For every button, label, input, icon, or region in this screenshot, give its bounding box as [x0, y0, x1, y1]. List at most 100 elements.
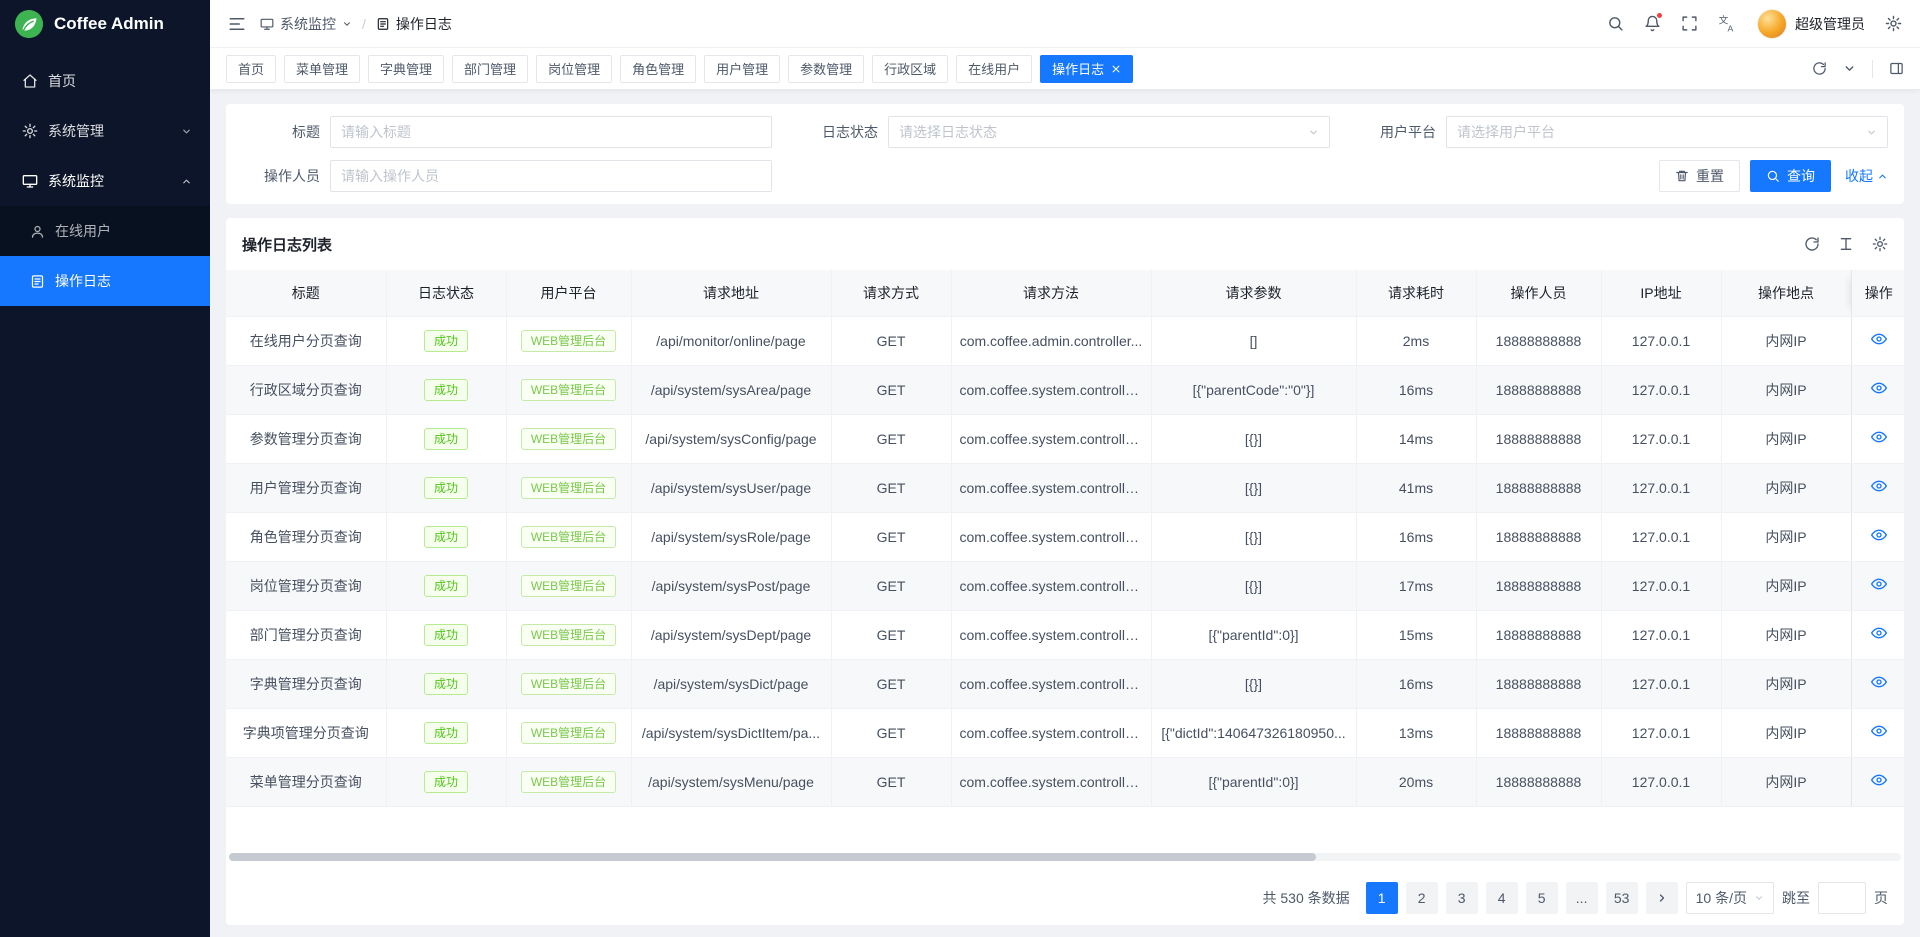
row-height-icon[interactable] [1838, 236, 1854, 252]
platform-tag: WEB管理后台 [521, 673, 616, 695]
view-detail-eye-icon[interactable] [1871, 723, 1887, 739]
tab-item[interactable]: 岗位管理 [536, 55, 612, 83]
column-settings-gear-icon[interactable] [1872, 236, 1888, 252]
tab-item[interactable]: 菜单管理 [284, 55, 360, 83]
user-menu[interactable]: 超级管理员 [1757, 9, 1865, 39]
operator-input[interactable] [330, 160, 772, 192]
page-button[interactable]: 53 [1606, 882, 1638, 914]
view-detail-eye-icon[interactable] [1871, 478, 1887, 494]
view-detail-eye-icon[interactable] [1871, 331, 1887, 347]
sidebar-item-home[interactable]: 首页 [0, 56, 210, 106]
view-detail-eye-icon[interactable] [1871, 674, 1887, 690]
view-detail-eye-icon[interactable] [1871, 380, 1887, 396]
chevron-down-icon [342, 19, 352, 29]
fullscreen-icon[interactable] [1681, 15, 1698, 32]
column-header: 请求参数 [1151, 270, 1356, 316]
tab-item[interactable]: 参数管理 [788, 55, 864, 83]
sidebar-item-online-users[interactable]: 在线用户 [0, 206, 210, 256]
cell-action [1851, 561, 1904, 610]
layout-panel-icon[interactable] [1889, 61, 1904, 76]
tab-item[interactable]: 首页 [226, 55, 276, 83]
jump-page-input[interactable] [1818, 882, 1866, 914]
breadcrumb-parent[interactable]: 系统监控 [260, 14, 352, 34]
cell-title: 用户管理分页查询 [226, 463, 386, 512]
sidebar-item-system-monitor[interactable]: 系统监控 [0, 156, 210, 206]
status-tag: 成功 [424, 771, 468, 793]
cell-action [1851, 316, 1904, 365]
page-ellipsis[interactable]: ... [1566, 882, 1598, 914]
cell-operator: 18888888888 [1476, 757, 1601, 806]
user-platform-select[interactable]: 请选择用户平台 [1446, 116, 1888, 148]
column-header: 用户平台 [506, 270, 631, 316]
page-button[interactable]: 5 [1526, 882, 1558, 914]
table-row: 字典项管理分页查询成功WEB管理后台/api/system/sysDictIte… [226, 708, 1904, 757]
search-icon[interactable] [1607, 15, 1624, 32]
cell-duration: 16ms [1356, 659, 1476, 708]
cell-duration: 15ms [1356, 610, 1476, 659]
next-page-button[interactable] [1646, 882, 1678, 914]
tab-label: 部门管理 [464, 59, 516, 78]
breadcrumb-parent-label: 系统监控 [280, 14, 336, 34]
page-button[interactable]: 1 [1366, 882, 1398, 914]
view-detail-eye-icon[interactable] [1871, 625, 1887, 641]
tab-close-icon[interactable] [1111, 64, 1121, 74]
chevron-down-icon[interactable] [1843, 62, 1856, 75]
cell-operator: 18888888888 [1476, 561, 1601, 610]
cell-action [1851, 414, 1904, 463]
tab-item[interactable]: 部门管理 [452, 55, 528, 83]
page-size-select[interactable]: 10 条/页 [1686, 882, 1774, 914]
cell-method: GET [831, 463, 951, 512]
log-status-field: 日志状态 请选择日志状态 [800, 116, 1330, 148]
column-header: 请求方法 [951, 270, 1151, 316]
title-input[interactable] [330, 116, 772, 148]
tab-item[interactable]: 字典管理 [368, 55, 444, 83]
reset-button[interactable]: 重置 [1659, 160, 1740, 192]
cell-location: 内网IP [1721, 512, 1851, 561]
status-tag: 成功 [424, 379, 468, 401]
cell-status: 成功 [386, 365, 506, 414]
platform-tag: WEB管理后台 [521, 428, 616, 450]
sidebar-menu: 首页 系统管理 系统监控 [0, 48, 210, 306]
tab-item[interactable]: 行政区域 [872, 55, 948, 83]
status-tag: 成功 [424, 330, 468, 352]
table-row: 参数管理分页查询成功WEB管理后台/api/system/sysConfig/p… [226, 414, 1904, 463]
user-platform-field-label: 用户平台 [1358, 122, 1446, 142]
cell-platform: WEB管理后台 [506, 561, 631, 610]
tab-item[interactable]: 用户管理 [704, 55, 780, 83]
search-icon [1766, 169, 1780, 183]
sidebar-item-system-management[interactable]: 系统管理 [0, 106, 210, 156]
cell-func: com.coffee.system.controlle... [951, 610, 1151, 659]
view-detail-eye-icon[interactable] [1871, 527, 1887, 543]
page-button[interactable]: 2 [1406, 882, 1438, 914]
operation-log-table: 标题日志状态用户平台请求地址请求方式请求方法请求参数请求耗时操作人员IP地址操作… [226, 270, 1904, 807]
cell-method: GET [831, 757, 951, 806]
cell-platform: WEB管理后台 [506, 316, 631, 365]
menu-fold-icon[interactable] [228, 15, 246, 33]
cell-platform: WEB管理后台 [506, 610, 631, 659]
operator-field-label: 操作人员 [242, 166, 330, 186]
translate-icon[interactable]: 文A [1718, 14, 1737, 33]
cell-action [1851, 708, 1904, 757]
tab-item[interactable]: 角色管理 [620, 55, 696, 83]
page-button[interactable]: 4 [1486, 882, 1518, 914]
view-detail-eye-icon[interactable] [1871, 576, 1887, 592]
view-detail-eye-icon[interactable] [1871, 429, 1887, 445]
refresh-icon[interactable] [1804, 236, 1820, 252]
chevron-up-icon [1877, 171, 1888, 182]
gear-icon[interactable] [1885, 15, 1902, 32]
cell-url: /api/system/sysArea/page [631, 365, 831, 414]
view-detail-eye-icon[interactable] [1871, 772, 1887, 788]
status-tag: 成功 [424, 526, 468, 548]
filter-card: 标题 日志状态 请选择日志状态 用户平台 [226, 104, 1904, 204]
collapse-filter-link[interactable]: 收起 [1845, 166, 1888, 186]
tab-item[interactable]: 在线用户 [956, 55, 1032, 83]
scrollbar-thumb[interactable] [229, 853, 1316, 861]
page-button[interactable]: 3 [1446, 882, 1478, 914]
log-status-select[interactable]: 请选择日志状态 [888, 116, 1330, 148]
notification-bell-icon[interactable] [1644, 15, 1661, 32]
tab-item[interactable]: 操作日志 [1040, 55, 1133, 83]
search-button[interactable]: 查询 [1750, 160, 1831, 192]
sidebar-item-operation-log[interactable]: 操作日志 [0, 256, 210, 306]
cell-platform: WEB管理后台 [506, 512, 631, 561]
refresh-icon[interactable] [1812, 61, 1827, 76]
